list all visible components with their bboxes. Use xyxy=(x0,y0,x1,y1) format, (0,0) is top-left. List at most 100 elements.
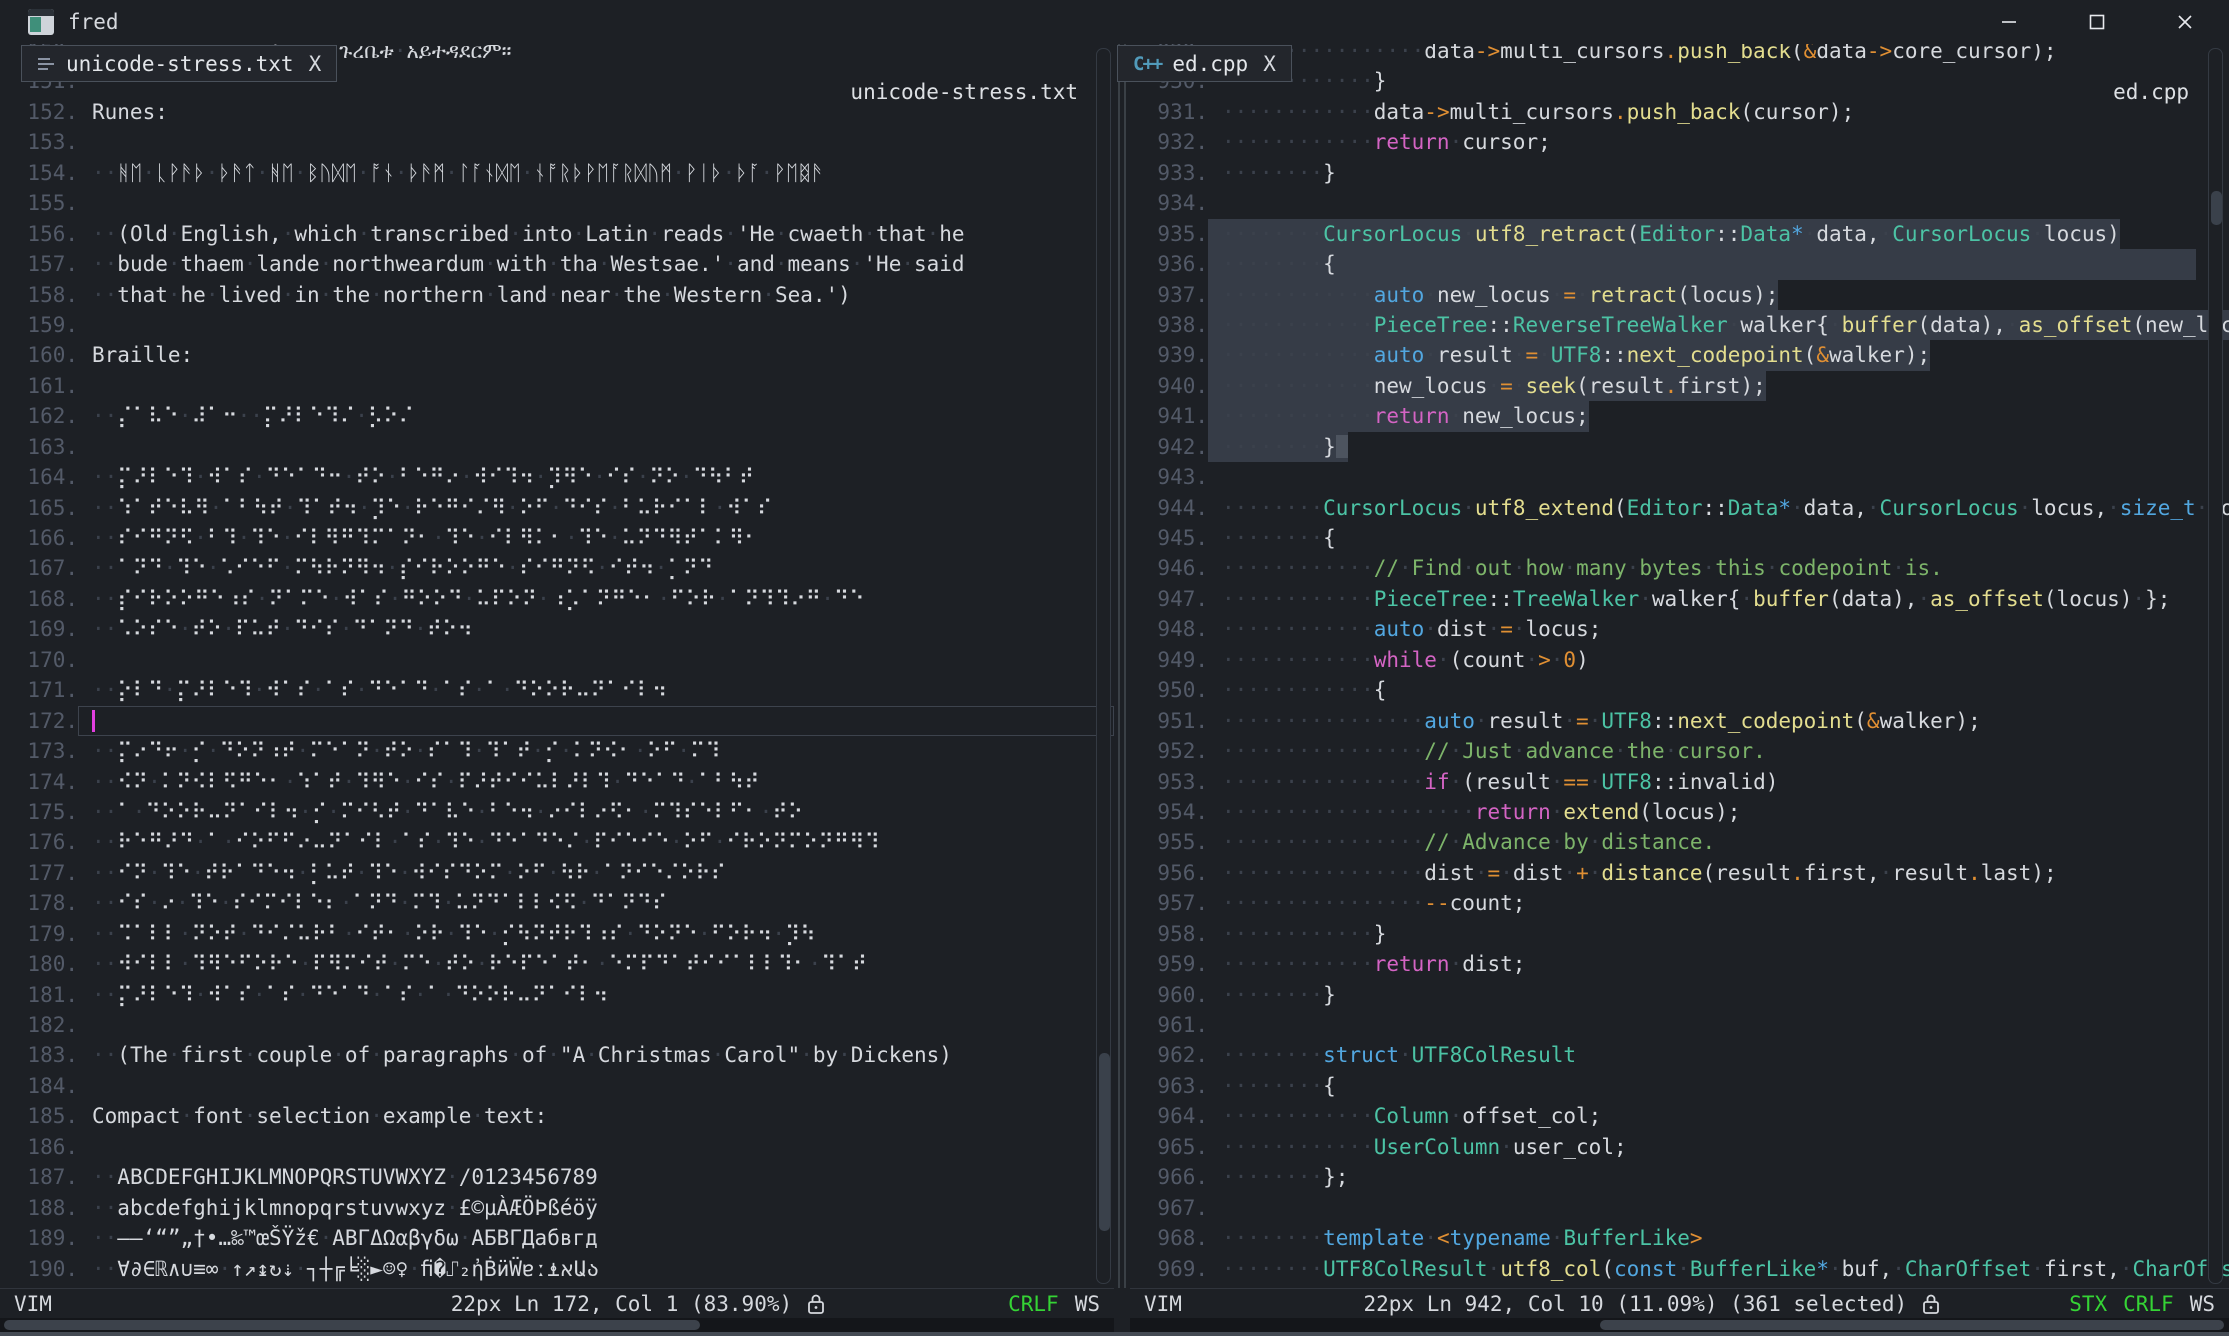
line-number: 946. xyxy=(1130,553,1208,583)
code-line[interactable]: 187.··ABCDEFGHIJKLMNOPQRSTUVWXYZ·/012345… xyxy=(0,1162,1114,1192)
code-line[interactable]: 953.················if·(result·==·UTF8::… xyxy=(1130,767,2229,797)
code-line[interactable]: 188.··abcdefghijklmnopqrstuvwxyz·£©µÀÆÖÞ… xyxy=(0,1193,1114,1223)
code-line[interactable]: 946.············//·Find·out·how·many·byt… xyxy=(1130,553,2229,583)
line-number: 969. xyxy=(1130,1254,1208,1284)
code-area-right[interactable]: 929.················data->multi_cursors.… xyxy=(1130,44,2229,1284)
code-line[interactable]: 930.············} xyxy=(1130,66,2229,96)
status-flag: WS xyxy=(1075,1292,1100,1316)
scrollbar-thumb[interactable] xyxy=(2211,191,2222,225)
code-line[interactable]: 163. xyxy=(0,432,1114,462)
code-line[interactable]: 954.····················return·extend(lo… xyxy=(1130,797,2229,827)
code-line[interactable]: 942.········} xyxy=(1130,432,2229,462)
code-line[interactable]: 162.··⡌⠁⠧⠑·⠼⠁⠒··⡍⠜⠇⠑⠹⠌·⡣⠕⠌ xyxy=(0,401,1114,431)
code-line[interactable]: 964.············Column·offset_col; xyxy=(1130,1101,2229,1131)
code-line[interactable]: 950.············{ xyxy=(1130,675,2229,705)
code-line[interactable]: 185.Compact·font·selection·example·text: xyxy=(0,1101,1114,1131)
code-line[interactable]: 155. xyxy=(0,188,1114,218)
code-line[interactable]: 936.········{ xyxy=(1130,249,2229,279)
code-line[interactable]: 947.············PieceTree::TreeWalker·wa… xyxy=(1130,584,2229,614)
code-line[interactable]: 944.········CursorLocus·utf8_extend(Edit… xyxy=(1130,493,2229,523)
editor-pane-left[interactable]: unicode-stress.txt 150.··ሰው·እንደቤቱ·እንጅ·እን… xyxy=(0,44,1114,1288)
code-line[interactable]: 174.··⠪⠝·⠅⠝⠪⠇⠫⠛⠑⠂·⠱⠁⠞·⠹⠻⠑·⠊⠎·⠏⠜⠞⠊⠊⠥⠇⠜⠇⠹·… xyxy=(0,767,1114,797)
code-line[interactable]: 949.············while·(count·>·0) xyxy=(1130,645,2229,675)
code-line[interactable]: 183.··(The·first·couple·of·paragraphs·of… xyxy=(0,1040,1114,1070)
code-line[interactable]: 157.··bude·thaem·lande·northweardum·with… xyxy=(0,249,1114,279)
code-line[interactable]: 931.············data->multi_cursors.push… xyxy=(1130,97,2229,127)
line-number: 945. xyxy=(1130,523,1208,553)
code-line[interactable]: 160.Braille: xyxy=(0,340,1114,370)
code-line[interactable]: 173.··⡍⠔⠙⠖·⡊·⠙⠕⠝⠰⠞·⠍⠑⠁⠝·⠞⠕·⠎⠁⠹·⠹⠁⠞·⡊·⠅⠝⠪… xyxy=(0,736,1114,766)
code-line[interactable]: 156.··(Old·English,·which·transcribed·in… xyxy=(0,219,1114,249)
code-line[interactable]: 154.··ᚻᛖ·ᚳᚹᚫᚦ·ᚦᚫᛏ·ᚻᛖ·ᛒᚢᛞᛖ·ᚩᚾ·ᚦᚫᛗ·ᛚᚪᚾᛞᛖ·ᚾ… xyxy=(0,158,1114,188)
code-line[interactable]: 167.··⠁⠝⠙·⠹⠑·⠡⠊⠑⠋·⠍⠳⠗⠝⠻⠲·⡎⠊⠗⠕⠕⠛⠑·⠎⠊⠛⠝⠫·⠊… xyxy=(0,553,1114,583)
code-line[interactable]: 961. xyxy=(1130,1010,2229,1040)
code-line[interactable]: 929.················data->multi_cursors.… xyxy=(1130,44,2229,66)
code-line[interactable]: 158.··that·he·lived·in·the·northern·land… xyxy=(0,280,1114,310)
line-number: 949. xyxy=(1130,645,1208,675)
code-line[interactable]: 963.········{ xyxy=(1130,1071,2229,1101)
code-line[interactable]: 960.········} xyxy=(1130,980,2229,1010)
code-line[interactable]: 171.··⡕⠇⠙·⡍⠜⠇⠑⠹·⠺⠁⠎·⠁⠎·⠙⠑⠁⠙·⠁⠎·⠁·⠙⠕⠕⠗⠤⠝⠁… xyxy=(0,675,1114,705)
pane-divider[interactable] xyxy=(1114,44,1130,1288)
code-line[interactable]: 179.··⠩⠁⠇⠇·⠝⠕⠞·⠙⠊⠌⠥⠗⠃·⠊⠞⠂·⠕⠗·⠹⠑·⡊⠳⠝⠞⠗⠹⠰⠎… xyxy=(0,919,1114,949)
close-button[interactable] xyxy=(2141,0,2229,44)
code-line[interactable]: 952.················//·Just·advance·the·… xyxy=(1130,736,2229,766)
code-line[interactable]: 943. xyxy=(1130,462,2229,492)
code-line[interactable]: 939.············auto·result·=·UTF8::next… xyxy=(1130,340,2229,370)
code-line[interactable]: 182. xyxy=(0,1010,1114,1040)
tab-ed-cpp[interactable]: C++ ed.cpp X xyxy=(1117,45,1292,82)
code-line[interactable]: 956.················dist·=·dist·+·distan… xyxy=(1130,858,2229,888)
line-number: 966. xyxy=(1130,1162,1208,1192)
code-line[interactable]: 957.················--count; xyxy=(1130,888,2229,918)
code-line[interactable]: 177.··⠊⠝·⠹⠑·⠞⠗⠁⠙⠑⠲·⡃⠥⠞·⠹⠑·⠺⠊⠎⠙⠕⠍·⠕⠋·⠳⠗·⠁… xyxy=(0,858,1114,888)
code-line[interactable]: 966.········}; xyxy=(1130,1162,2229,1192)
code-line[interactable]: 186. xyxy=(0,1132,1114,1162)
tab-unicode-stress[interactable]: unicode-stress.txt X xyxy=(21,45,337,82)
code-line[interactable]: 169.··⠡⠕⠎⠑·⠞⠕·⠏⠥⠞·⠙⠊⠎·⠙⠁⠝⠙·⠞⠕⠲ xyxy=(0,614,1114,644)
minimize-button[interactable] xyxy=(1965,0,2053,44)
code-area-left[interactable]: 150.··ሰው·እንደቤቱ·እንጅ·እንደ·ጉረቤቱ·አይተዳደርም።151.… xyxy=(0,44,1114,1284)
line-number: 168. xyxy=(0,584,78,614)
code-line[interactable]: 967. xyxy=(1130,1193,2229,1223)
tab-close-icon[interactable]: X xyxy=(1263,52,1276,76)
code-line[interactable]: 932.············return·cursor; xyxy=(1130,127,2229,157)
code-line[interactable]: 934. xyxy=(1130,188,2229,218)
code-line[interactable]: 937.············auto·new_locus·=·retract… xyxy=(1130,280,2229,310)
vertical-scrollbar-right[interactable] xyxy=(2208,48,2223,1284)
code-line[interactable]: 951.················auto·result·=·UTF8::… xyxy=(1130,706,2229,736)
code-line[interactable]: 958.············} xyxy=(1130,919,2229,949)
code-line[interactable]: 181.··⡍⠜⠇⠑⠹·⠺⠁⠎·⠁⠎·⠙⠑⠁⠙·⠁⠎·⠁·⠙⠕⠕⠗⠤⠝⠁⠊⠇⠲ xyxy=(0,980,1114,1010)
code-line[interactable]: 168.··⡎⠊⠗⠕⠕⠛⠑⠰⠎·⠝⠁⠍⠑·⠺⠁⠎·⠛⠕⠕⠙·⠥⠏⠕⠝·⠰⡡⠁⠝⠛… xyxy=(0,584,1114,614)
code-line[interactable]: 959.············return·dist; xyxy=(1130,949,2229,979)
maximize-button[interactable] xyxy=(2053,0,2141,44)
code-line[interactable]: 935.········CursorLocus·utf8_retract(Edi… xyxy=(1130,219,2229,249)
code-line[interactable]: 176.··⠗⠑⠛⠜⠙·⠁·⠊⠕⠋⠋⠔⠤⠝⠁⠊⠇·⠁⠎·⠹⠑·⠙⠑⠁⠙⠑⠌·⠏⠊… xyxy=(0,827,1114,857)
line-number: 952. xyxy=(1130,736,1208,766)
code-line[interactable]: 166.··⠎⠊⠛⠝⠫·⠃⠹·⠹⠑·⠊⠇⠻⠛⠹⠍⠁⠝⠂·⠹⠑·⠊⠇⠻⠅⠂·⠹⠑·… xyxy=(0,523,1114,553)
code-line[interactable]: 962.········struct·UTF8ColResult xyxy=(1130,1040,2229,1070)
code-line[interactable]: 941.············return·new_locus; xyxy=(1130,401,2229,431)
code-line[interactable]: 170. xyxy=(0,645,1114,675)
editor-pane-right[interactable]: ed.cpp 929.················data->multi_c… xyxy=(1130,44,2229,1288)
code-line[interactable]: 965.············UserColumn·user_col; xyxy=(1130,1132,2229,1162)
code-line[interactable]: 945.········{ xyxy=(1130,523,2229,553)
code-line[interactable]: 165.··⠱⠁⠞⠑⠧⠻·⠁⠃⠳⠞·⠹⠁⠞⠲·⡹⠑·⠗⠑⠛⠊⠌⠻·⠕⠋·⠙⠊⠎·… xyxy=(0,493,1114,523)
code-line[interactable]: 933.········} xyxy=(1130,158,2229,188)
code-line[interactable]: 175.··⠁·⠙⠕⠕⠗⠤⠝⠁⠊⠇⠲·⡊·⠍⠊⠣⠞·⠙⠁⠧⠑·⠃⠑⠲·⠔⠊⠇⠔⠫… xyxy=(0,797,1114,827)
line-number: 968. xyxy=(1130,1223,1208,1253)
code-line[interactable]: 948.············auto·dist·=·locus; xyxy=(1130,614,2229,644)
scrollbar-thumb[interactable] xyxy=(1099,1053,1110,1231)
vertical-scrollbar-left[interactable] xyxy=(1096,48,1111,1284)
code-line[interactable]: 172. xyxy=(0,706,1114,736)
code-line[interactable]: 938.············PieceTree::ReverseTreeWa… xyxy=(1130,310,2229,340)
code-line[interactable]: 955.················//·Advance·by·distan… xyxy=(1130,827,2229,857)
code-line[interactable]: 164.··⡍⠜⠇⠑⠹·⠺⠁⠎·⠙⠑⠁⠙⠒·⠞⠕·⠃⠑⠛⠔·⠺⠊⠹⠲·⡹⠻⠑·⠊… xyxy=(0,462,1114,492)
code-line[interactable]: 153. xyxy=(0,127,1114,157)
code-line[interactable]: 180.··⠺⠊⠇⠇·⠹⠻⠑⠋⠕⠗⠑·⠏⠻⠍⠊⠞·⠍⠑·⠞⠕·⠗⠑⠏⠑⠁⠞⠂·⠑… xyxy=(0,949,1114,979)
code-line[interactable]: 161. xyxy=(0,371,1114,401)
code-line[interactable]: 940.············new_locus·=·seek(result.… xyxy=(1130,371,2229,401)
code-line[interactable]: 178.··⠊⠎·⠔·⠹⠑·⠎⠊⠍⠊⠇⠑⠆·⠁⠝⠙·⠍⠹·⠥⠝⠙⠁⠇⠇⠪⠫·⠙⠁… xyxy=(0,888,1114,918)
code-line[interactable]: 159. xyxy=(0,310,1114,340)
tab-close-icon[interactable]: X xyxy=(309,52,322,76)
code-line[interactable]: 184. xyxy=(0,1071,1114,1101)
